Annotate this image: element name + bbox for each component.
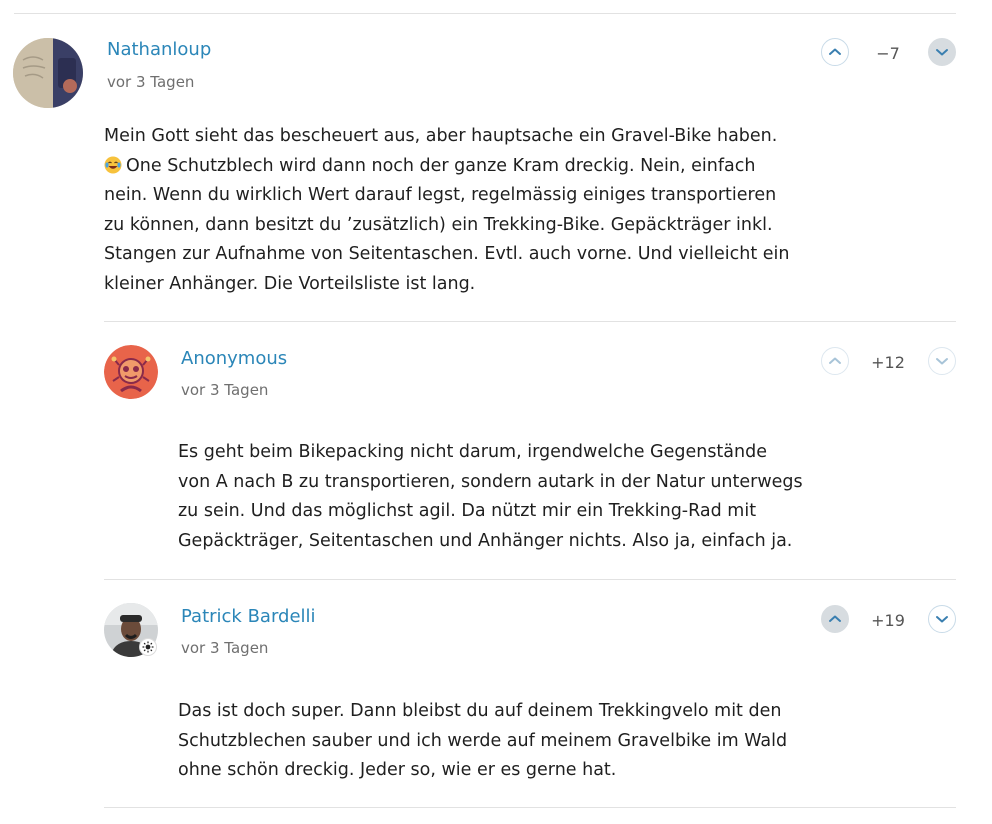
comment-line: Es geht beim Bikepacking nicht darum, ir… [178,442,767,462]
chevron-down-icon [936,358,948,365]
downvote-button[interactable] [928,605,956,633]
comment-line: One Schutzblech wird dann noch der ganze… [104,152,864,182]
comment-line: Stangen zur Aufnahme von Seitentaschen. … [104,244,790,264]
sun-badge-icon [139,638,157,656]
chevron-up-icon [829,615,841,622]
upvote-button[interactable] [821,605,849,633]
avatar[interactable] [13,38,83,108]
comment-line-text: One Schutzblech wird dann noch der ganze… [126,155,756,176]
anonymous-avatar-image [104,345,158,399]
timestamp[interactable]: vor 3 Tagen [181,381,268,399]
downvote-button[interactable] [928,347,956,375]
comment-divider [104,321,956,322]
comment-line: zu können, dann besitzt du ʼzusätzlich) … [104,214,773,235]
comment-line: nein. Wenn du wirklich Wert darauf legst… [104,185,777,205]
username[interactable]: Patrick Bardelli [181,606,316,627]
username[interactable]: Anonymous [181,348,287,369]
comment-line: Das ist doch super. Dann bleibst du auf … [178,701,782,721]
upvote-button[interactable] [821,38,849,66]
chevron-down-icon [936,49,948,56]
timestamp[interactable]: vor 3 Tagen [107,73,194,91]
comment-body: Das ist doch super. Dann bleibst du auf … [178,697,878,786]
comment-divider [104,807,956,808]
vote-score: +12 [871,353,905,372]
comment-body: Mein Gott sieht das bescheuert aus, aber… [104,122,864,299]
upvote-button[interactable] [821,347,849,375]
vote-score: +19 [871,611,905,630]
comment-line: kleiner Anhänger. Die Vorteilsliste ist … [104,273,476,294]
comment-line: Schutzblechen sauber und ich werde auf m… [178,730,788,751]
comment-line: ohne schön dreckig. Jeder so, wie er es … [178,760,617,780]
top-divider [14,13,956,14]
vote-score: −7 [876,44,900,63]
chevron-down-icon [936,616,948,623]
comment-body: Es geht beim Bikepacking nicht darum, ir… [178,438,878,556]
comment-line: zu sein. Und das möglichst agil. Da nütz… [178,501,757,521]
downvote-button[interactable] [928,38,956,66]
username[interactable]: Nathanloup [107,39,211,60]
nathanloup-avatar-image [13,38,83,108]
comment-line: Mein Gott sieht das bescheuert aus, aber… [104,126,778,146]
timestamp[interactable]: vor 3 Tagen [181,639,268,657]
chevron-up-icon [829,48,841,55]
comment-divider [104,579,956,580]
comment-line: von A nach B zu transportieren, sondern … [178,471,803,492]
avatar[interactable] [104,345,158,399]
comment-line: Gepäckträger, Seitentaschen und Anhänger… [178,530,793,551]
chevron-up-icon [829,357,841,364]
laughing-crying-emoji-icon [104,155,122,173]
